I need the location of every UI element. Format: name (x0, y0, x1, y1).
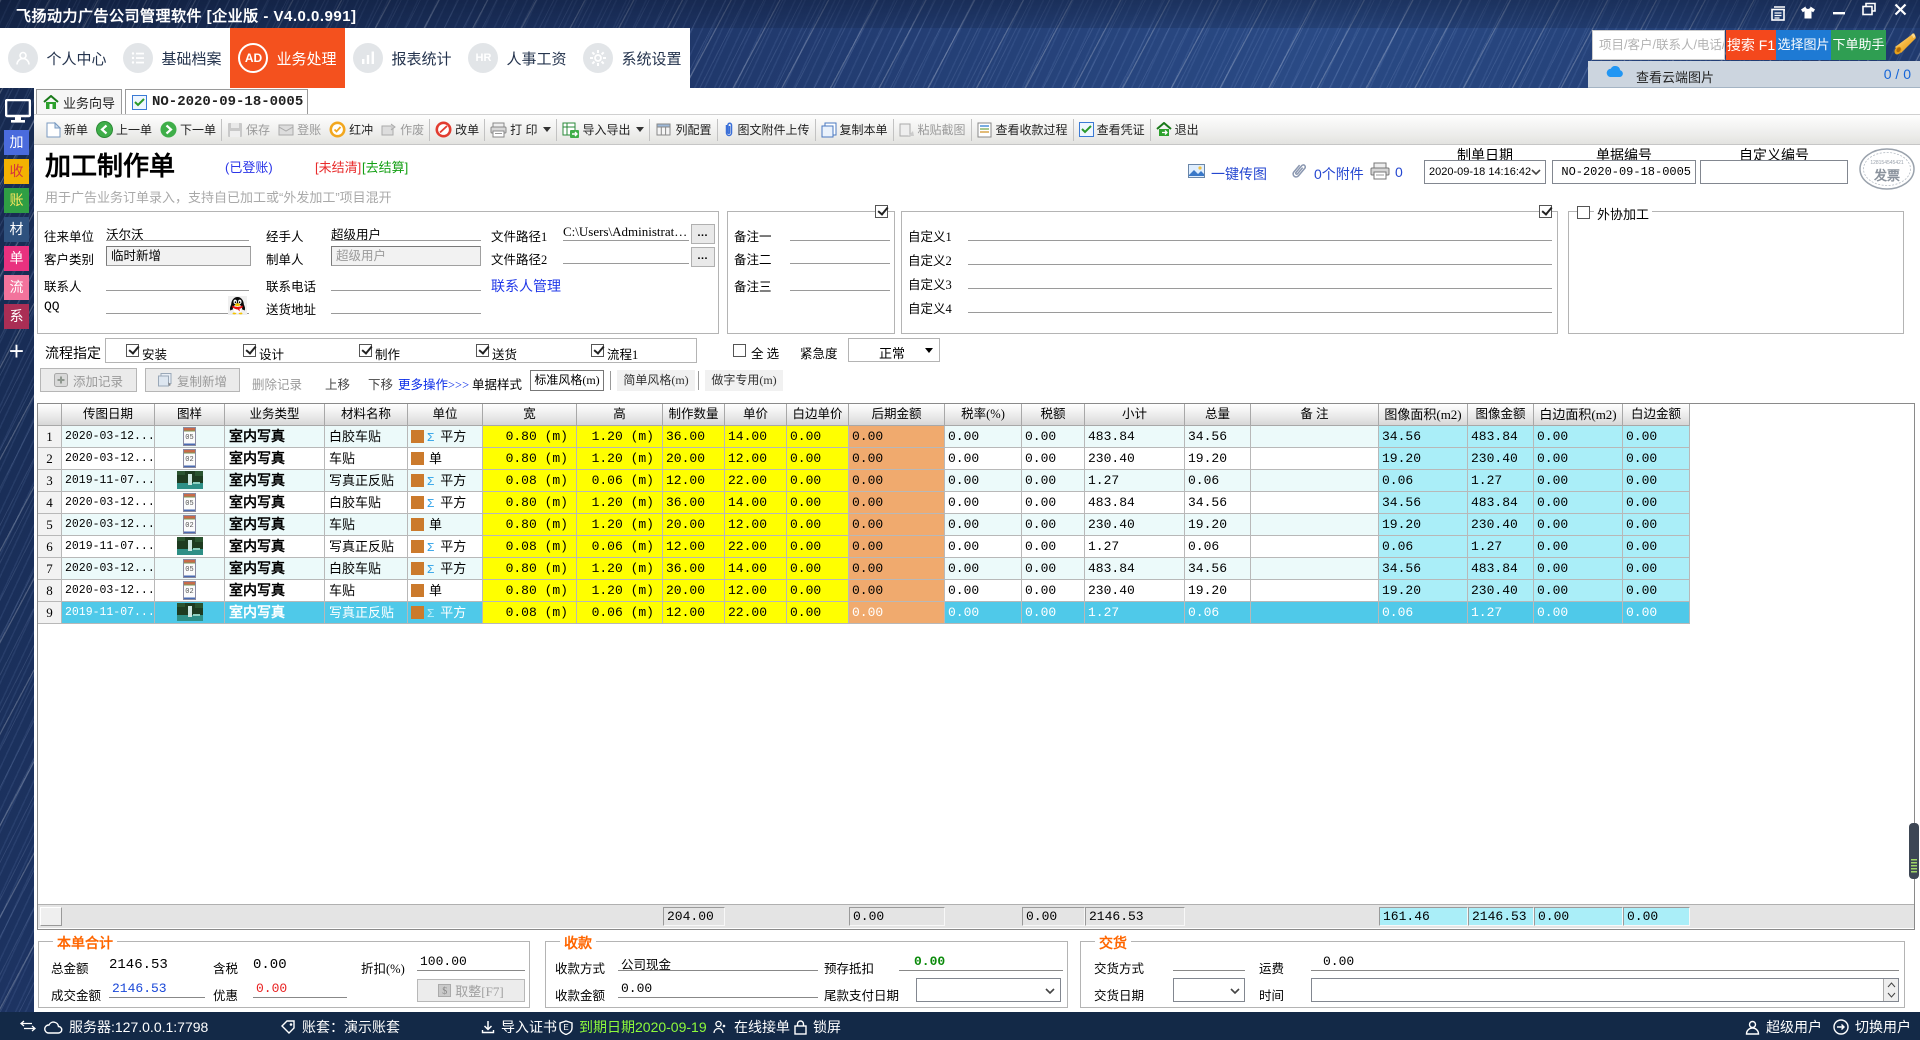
svg-text:02: 02 (185, 456, 193, 464)
svg-text:02: 02 (185, 588, 193, 596)
svg-text:E: E (563, 1023, 568, 1032)
svg-text:128154545421: 128154545421 (1870, 160, 1904, 166)
svg-text:02: 02 (185, 522, 193, 530)
svg-text:05: 05 (185, 434, 193, 442)
svg-text:发票: 发票 (1873, 168, 1900, 183)
svg-text:05: 05 (185, 566, 193, 574)
svg-text:05: 05 (185, 500, 193, 508)
